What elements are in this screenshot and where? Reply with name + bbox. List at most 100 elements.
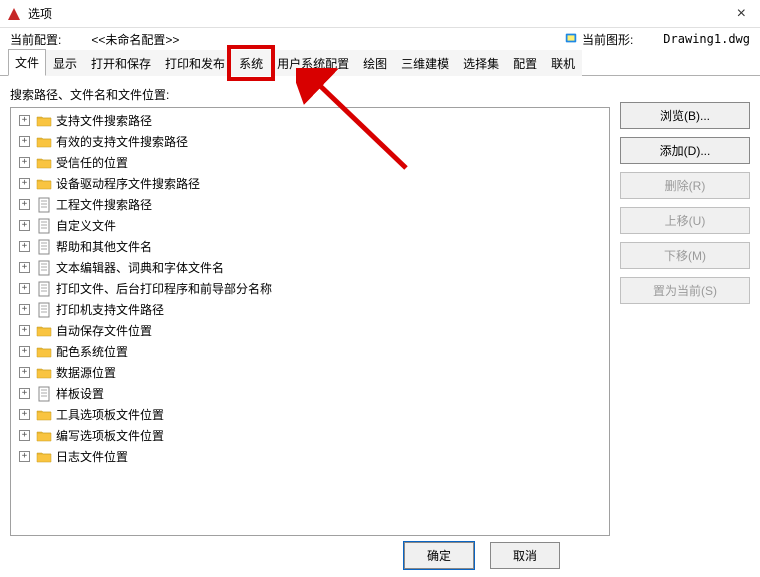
tree-item[interactable]: + 自定义文件 — [11, 215, 609, 236]
tree-item[interactable]: + 支持文件搜索路径 — [11, 110, 609, 131]
tree-item[interactable]: + 有效的支持文件搜索路径 — [11, 131, 609, 152]
expander-icon[interactable]: + — [19, 199, 30, 210]
tab-bar: 文件显示打开和保存打印和发布系统用户系统配置绘图三维建模选择集配置联机 — [0, 50, 760, 76]
panel-body: 搜索路径、文件名和文件位置: + 支持文件搜索路径 + 有效的支持文件搜索路径 +受信任… — [0, 76, 760, 546]
document-icon — [36, 218, 52, 234]
tree-item[interactable]: + 样板设置 — [11, 383, 609, 404]
tab-5[interactable]: 用户系统配置 — [270, 50, 356, 76]
document-icon — [36, 281, 52, 297]
expander-icon[interactable]: + — [19, 304, 30, 315]
tree-item-label: 数据源位置 — [56, 364, 116, 381]
document-icon — [36, 386, 52, 402]
title-bar: 选项 × — [0, 0, 760, 28]
expander-icon[interactable]: + — [19, 430, 30, 441]
tab-1[interactable]: 显示 — [46, 50, 84, 76]
panel-left: 搜索路径、文件名和文件位置: + 支持文件搜索路径 + 有效的支持文件搜索路径 +受信任… — [10, 86, 610, 536]
tree-item[interactable]: + 自动保存文件位置 — [11, 320, 609, 341]
expander-icon[interactable]: + — [19, 220, 30, 231]
tab-3[interactable]: 打印和发布 — [158, 50, 232, 76]
expander-icon[interactable]: + — [19, 262, 30, 273]
current-profile-value: <<未命名配置>> — [91, 31, 179, 48]
tab-9[interactable]: 配置 — [506, 50, 544, 76]
folder-icon — [36, 449, 52, 465]
tree-item[interactable]: + 打印机支持文件路径 — [11, 299, 609, 320]
tree-item[interactable]: +受信任的位置 — [11, 152, 609, 173]
tab-6[interactable]: 绘图 — [356, 50, 394, 76]
tab-4[interactable]: 系统 — [232, 50, 270, 76]
document-icon — [36, 239, 52, 255]
tree-item[interactable]: + 帮助和其他文件名 — [11, 236, 609, 257]
tree-item-label: 打印机支持文件路径 — [56, 301, 164, 318]
cancel-button[interactable]: 取消 — [490, 542, 560, 569]
tree-item[interactable]: + 文本编辑器、词典和字体文件名 — [11, 257, 609, 278]
current-drawing-name: Drawing1.dwg — [663, 32, 750, 46]
tree-item-label: 工具选项板文件位置 — [56, 406, 164, 423]
tree-item-label: 支持文件搜索路径 — [56, 112, 152, 129]
tree-item[interactable]: + 工程文件搜索路径 — [11, 194, 609, 215]
expander-icon[interactable]: + — [19, 283, 30, 294]
tree-item-label: 样板设置 — [56, 385, 104, 402]
panel-right: 浏览(B)...添加(D)...删除(R)上移(U)下移(M)置为当前(S) — [620, 86, 750, 536]
expander-icon[interactable]: + — [19, 157, 30, 168]
tree-item-label: 文本编辑器、词典和字体文件名 — [56, 259, 224, 276]
tab-7[interactable]: 三维建模 — [394, 50, 456, 76]
tree-item-label: 工程文件搜索路径 — [56, 196, 152, 213]
tree-item[interactable]: + 设备驱动程序文件搜索路径 — [11, 173, 609, 194]
expander-icon[interactable]: + — [19, 409, 30, 420]
expander-icon[interactable]: + — [19, 367, 30, 378]
expander-icon[interactable]: + — [19, 115, 30, 126]
tree-item-label: 自动保存文件位置 — [56, 322, 152, 339]
tree-item[interactable]: +日志文件位置 — [11, 446, 609, 467]
tree-item[interactable]: + 编写选项板文件位置 — [11, 425, 609, 446]
tree-item-label: 有效的支持文件搜索路径 — [56, 133, 188, 150]
folder-icon — [36, 344, 52, 360]
tab-2[interactable]: 打开和保存 — [84, 50, 158, 76]
browse-button[interactable]: 浏览(B)... — [620, 102, 750, 129]
add-button[interactable]: 添加(D)... — [620, 137, 750, 164]
tree-item-label: 设备驱动程序文件搜索路径 — [56, 175, 200, 192]
app-logo-icon — [6, 6, 22, 22]
section-label: 搜索路径、文件名和文件位置: — [10, 86, 610, 103]
window-title: 选项 — [28, 5, 729, 22]
expander-icon[interactable]: + — [19, 346, 30, 357]
folder-icon — [36, 323, 52, 339]
tree-item[interactable]: + 数据源位置 — [11, 362, 609, 383]
tree-item-label: 配色系统位置 — [56, 343, 128, 360]
tab-8[interactable]: 选择集 — [456, 50, 506, 76]
tree-item[interactable]: + 打印文件、后台打印程序和前导部分名称 — [11, 278, 609, 299]
current-profile-label: 当前配置: — [10, 31, 61, 48]
dialog-footer: 确定 取消 — [404, 542, 560, 569]
expander-icon[interactable]: + — [19, 325, 30, 336]
folder-icon — [36, 365, 52, 381]
folder-icon — [36, 134, 52, 150]
folder-icon — [36, 428, 52, 444]
document-icon — [36, 302, 52, 318]
expander-icon[interactable]: + — [19, 241, 30, 252]
delete-button: 删除(R) — [620, 172, 750, 199]
tab-0[interactable]: 文件 — [8, 49, 46, 76]
ok-button[interactable]: 确定 — [404, 542, 474, 569]
expander-icon[interactable]: + — [19, 451, 30, 462]
tree-item-label: 帮助和其他文件名 — [56, 238, 152, 255]
expander-icon[interactable]: + — [19, 136, 30, 147]
tree-item[interactable]: + 工具选项板文件位置 — [11, 404, 609, 425]
folder-icon — [36, 113, 52, 129]
folder-icon — [36, 155, 52, 171]
folder-icon — [36, 176, 52, 192]
expander-icon[interactable]: + — [19, 178, 30, 189]
document-icon — [36, 260, 52, 276]
tab-10[interactable]: 联机 — [544, 50, 582, 76]
setcurrent-button: 置为当前(S) — [620, 277, 750, 304]
tree-item-label: 打印文件、后台打印程序和前导部分名称 — [56, 280, 272, 297]
file-tree[interactable]: +支持文件搜索路径+有效的支持文件搜索路径+受信任的位置+设备驱动程序文件搜索路… — [10, 107, 610, 536]
tree-item-label: 编写选项板文件位置 — [56, 427, 164, 444]
document-icon — [36, 197, 52, 213]
close-button[interactable]: × — [729, 5, 754, 23]
profile-info-row: 当前配置: <<未命名配置>> 当前图形: Drawing1.dwg — [0, 28, 760, 50]
current-drawing-label-wrap: 当前图形: — [564, 31, 633, 48]
tree-item[interactable]: + 配色系统位置 — [11, 341, 609, 362]
expander-icon[interactable]: + — [19, 388, 30, 399]
tree-item-label: 自定义文件 — [56, 217, 116, 234]
movedown-button: 下移(M) — [620, 242, 750, 269]
current-drawing-label: 当前图形: — [582, 31, 633, 48]
